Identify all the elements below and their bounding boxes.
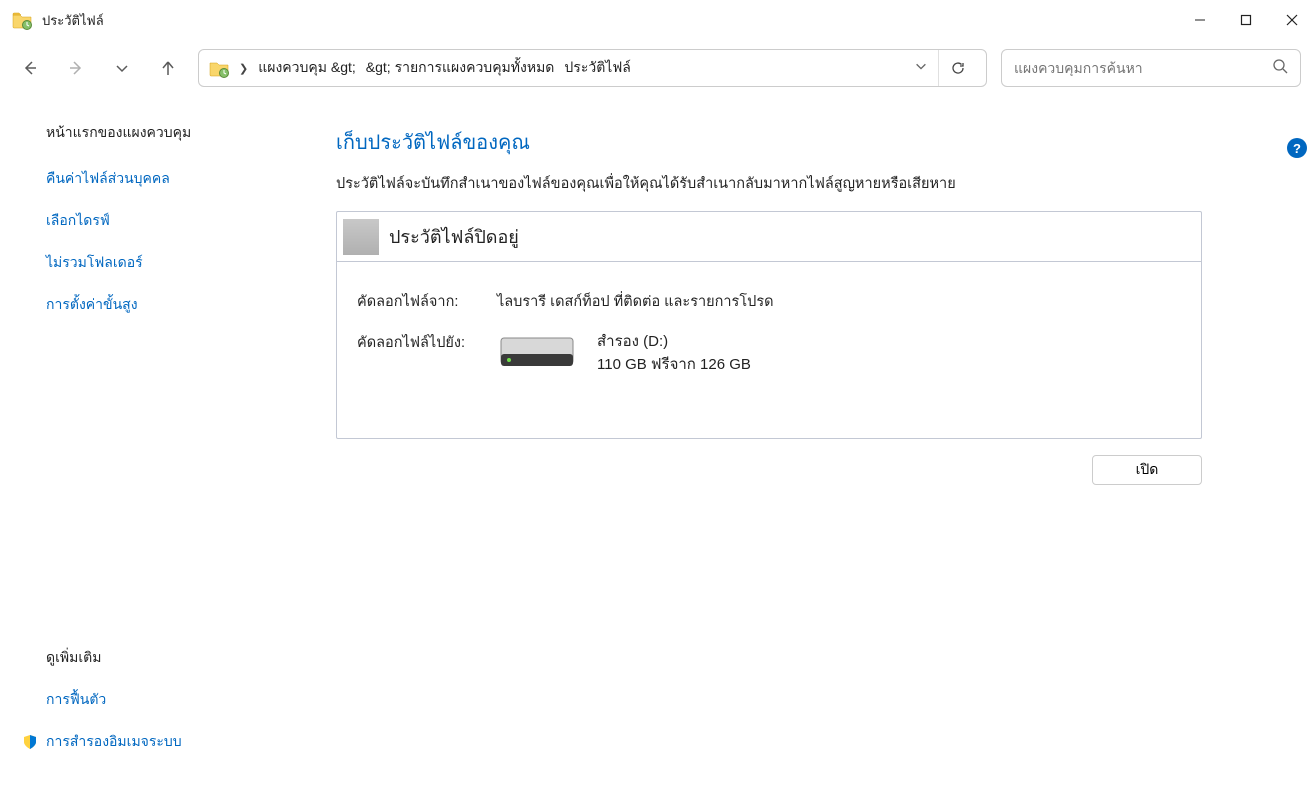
status-panel: ประวัติไฟล์ปิดอยู่ คัดลอกไฟล์จาก: ไลบราร… xyxy=(336,211,1202,439)
shield-icon xyxy=(22,734,38,750)
page-description: ประวัติไฟล์จะบันทึกสำเนาของไฟล์ของคุณเพื… xyxy=(336,172,1275,195)
address-bar[interactable]: ❯ แผงควบคุม &gt; &gt; รายการแผงควบคุมทั้… xyxy=(198,49,987,87)
drive-icon xyxy=(497,332,577,376)
copy-from-value: ไลบรารี เดสก์ท็อป ที่ติดต่อ และรายการโปร… xyxy=(497,290,774,313)
forward-button[interactable] xyxy=(60,52,92,84)
sidebar-advanced-link[interactable]: การตั้งค่าขั้นสูง xyxy=(46,294,300,316)
search-icon[interactable] xyxy=(1272,58,1288,79)
drive-free-space: 110 GB ฟรีจาก 126 GB xyxy=(597,354,751,377)
back-button[interactable] xyxy=(14,52,46,84)
chevron-down-icon[interactable] xyxy=(914,59,928,78)
sidebar-select-drive-link[interactable]: เลือกไดรฟ์ xyxy=(46,210,300,232)
breadcrumb-part[interactable]: ประวัติไฟล์ xyxy=(564,57,630,79)
minimize-button[interactable] xyxy=(1177,0,1223,40)
maximize-button[interactable] xyxy=(1223,0,1269,40)
breadcrumb-part[interactable]: แผงควบคุม &gt; xyxy=(258,57,356,79)
sidebar-exclude-link[interactable]: ไม่รวมโฟลเดอร์ xyxy=(46,252,300,274)
status-title: ประวัติไฟล์ปิดอยู่ xyxy=(389,222,519,251)
chevron-right-icon: ❯ xyxy=(239,62,248,75)
sidebar-recovery-link[interactable]: การฟื้นตัว xyxy=(46,689,106,711)
sidebar-system-image-link[interactable]: การสำรองอิมเมจระบบ xyxy=(46,731,182,753)
see-more-label: ดูเพิ่มเติม xyxy=(46,649,101,665)
status-icon xyxy=(343,219,379,255)
history-dropdown-button[interactable] xyxy=(106,52,138,84)
sidebar-home-link[interactable]: หน้าแรกของแผงควบคุม xyxy=(46,122,300,144)
drive-name: สำรอง (D:) xyxy=(597,331,751,354)
copy-from-label: คัดลอกไฟล์จาก: xyxy=(357,290,497,313)
copy-to-label: คัดลอกไฟล์ไปยัง: xyxy=(357,331,497,354)
open-button[interactable]: เปิด xyxy=(1092,455,1202,485)
window-title: ประวัติไฟล์ xyxy=(42,10,1177,31)
close-button[interactable] xyxy=(1269,0,1315,40)
up-button[interactable] xyxy=(152,52,184,84)
breadcrumb-part[interactable]: &gt; รายการแผงควบคุมทั้งหมด xyxy=(366,57,555,79)
search-input[interactable] xyxy=(1014,60,1272,76)
folder-icon xyxy=(12,10,32,30)
page-title: เก็บประวัติไฟล์ของคุณ xyxy=(336,126,1275,158)
folder-icon xyxy=(209,58,229,78)
refresh-button[interactable] xyxy=(938,50,976,86)
sidebar-restore-link[interactable]: คืนค่าไฟล์ส่วนบุคคล xyxy=(46,168,300,190)
search-bar[interactable] xyxy=(1001,49,1301,87)
